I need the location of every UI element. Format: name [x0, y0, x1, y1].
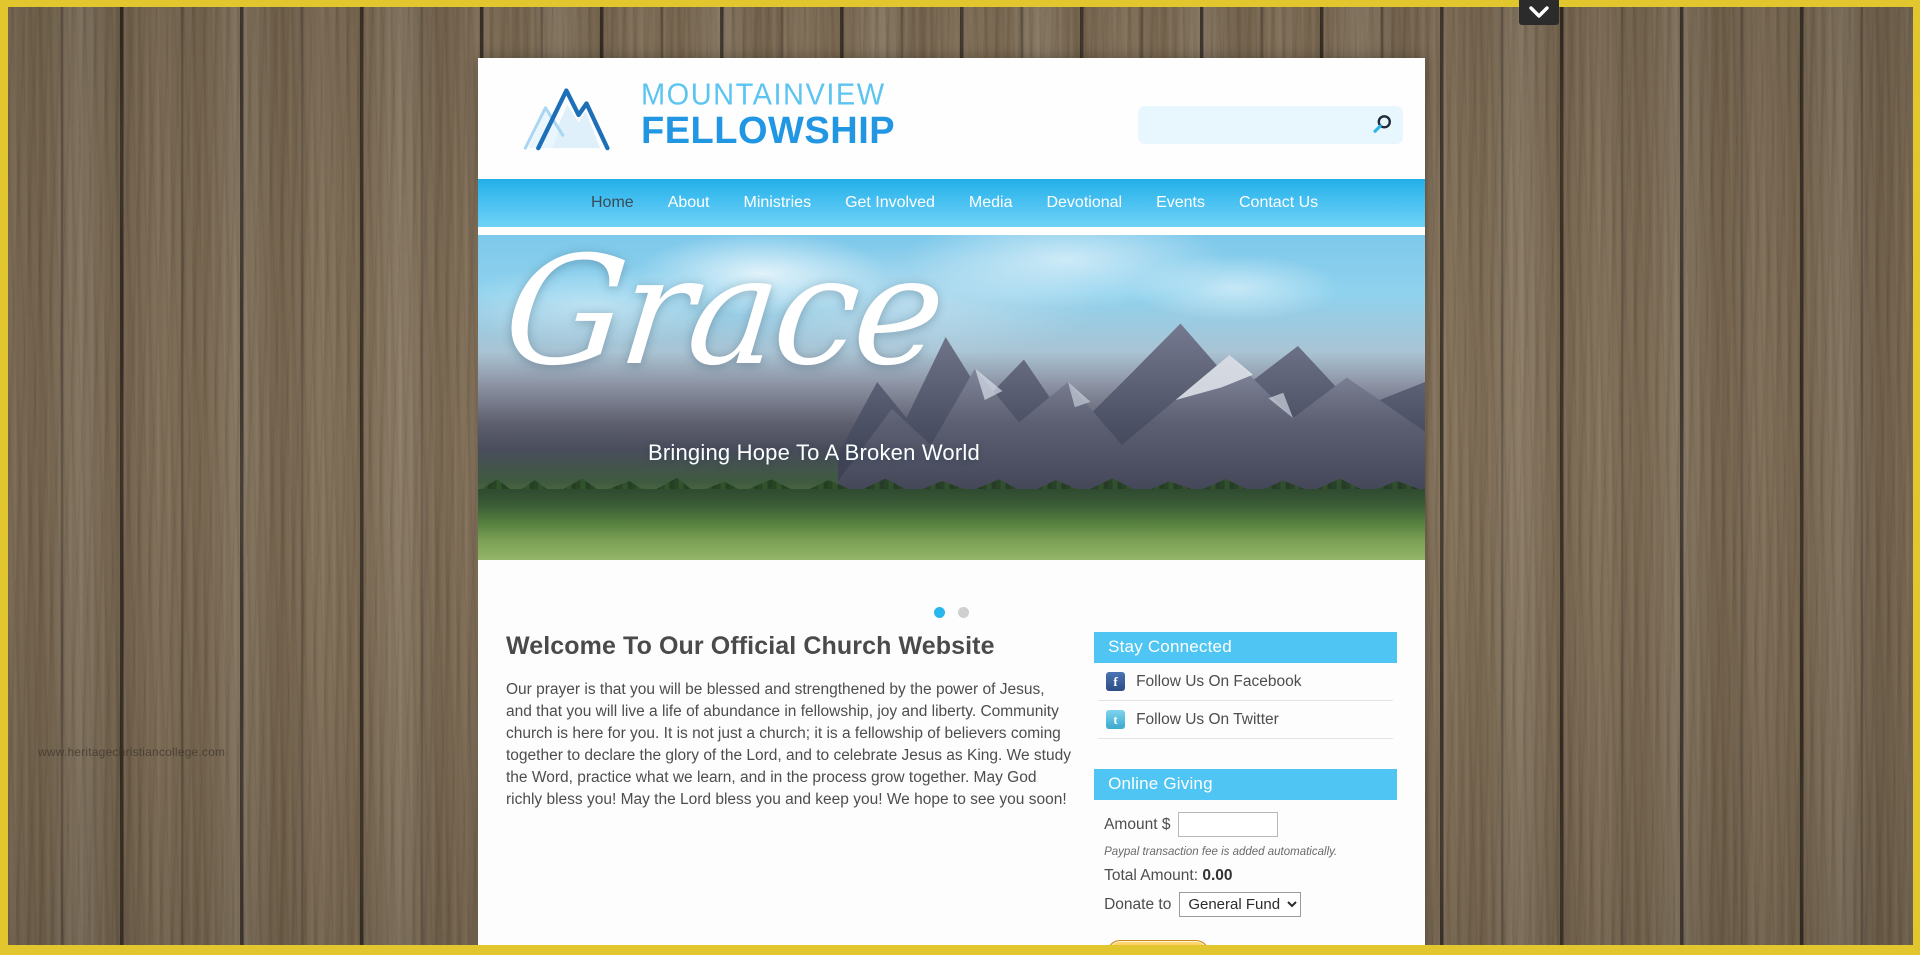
online-giving-widget: Online Giving Amount $ Paypal transactio…: [1094, 769, 1397, 955]
facebook-icon: f: [1106, 672, 1126, 691]
site-container: MOUNTAINVIEW FELLOWSHIP Home About Minis…: [478, 58, 1425, 955]
total-amount-row: Total Amount: 0.00: [1104, 867, 1393, 885]
nav-item-ministries[interactable]: Ministries: [727, 179, 829, 227]
amount-input[interactable]: [1178, 812, 1279, 837]
social-link-twitter[interactable]: t Follow Us On Twitter: [1098, 701, 1393, 739]
donate-to-label: Donate to: [1104, 895, 1172, 913]
page-title: Welcome To Our Official Church Website: [506, 632, 995, 660]
social-links-list: f Follow Us On Facebook t Follow Us On T…: [1094, 663, 1397, 739]
page-frame-left: [0, 0, 8, 955]
search-icon[interactable]: [1361, 106, 1403, 144]
giving-form: Amount $ Paypal transaction fee is added…: [1094, 800, 1397, 955]
donate-to-row: Donate to General Fund: [1104, 892, 1393, 917]
twitter-link-label: Follow Us On Twitter: [1136, 710, 1279, 728]
main-navigation[interactable]: Home About Ministries Get Involved Media…: [478, 179, 1425, 227]
stay-connected-heading: Stay Connected: [1094, 632, 1397, 663]
search-input[interactable]: [1138, 106, 1361, 144]
site-header: MOUNTAINVIEW FELLOWSHIP: [478, 58, 1425, 179]
social-link-facebook[interactable]: f Follow Us On Facebook: [1098, 663, 1393, 701]
content-main: Welcome To Our Official Church Website O…: [506, 632, 1072, 955]
facebook-link-label: Follow Us On Facebook: [1136, 672, 1302, 690]
total-amount-value: 0.00: [1202, 867, 1233, 884]
hero-slider: Grace Bringing Hope To A Broken World: [478, 235, 1425, 560]
nav-item-about[interactable]: About: [651, 179, 727, 227]
search-box[interactable]: [1138, 106, 1403, 144]
slider-dots[interactable]: [478, 607, 1425, 618]
nav-underline: [478, 227, 1425, 235]
fund-select[interactable]: General Fund: [1179, 892, 1302, 917]
nav-item-events[interactable]: Events: [1139, 179, 1222, 227]
nav-item-home[interactable]: Home: [574, 179, 651, 227]
nav-item-media[interactable]: Media: [952, 179, 1030, 227]
online-giving-heading: Online Giving: [1094, 769, 1397, 800]
amount-row: Amount $: [1104, 812, 1393, 837]
slider-dots-bar: [478, 560, 1425, 618]
chevron-down-icon[interactable]: [1519, 0, 1559, 25]
page-frame-right: [1913, 0, 1920, 955]
slider-dot-2[interactable]: [958, 607, 969, 618]
hero-subtitle: Bringing Hope To A Broken World: [648, 440, 980, 465]
slider-dot-1[interactable]: [934, 607, 945, 618]
content-area: Welcome To Our Official Church Website O…: [478, 592, 1425, 955]
logo-line-top: MOUNTAINVIEW: [641, 77, 886, 112]
twitter-icon: t: [1106, 710, 1126, 729]
content-sidebar: Stay Connected f Follow Us On Facebook t…: [1094, 632, 1397, 955]
nav-item-get-involved[interactable]: Get Involved: [828, 179, 952, 227]
page-frame-top: [0, 0, 1920, 7]
site-logo[interactable]: MOUNTAINVIEW FELLOWSHIP: [521, 78, 895, 152]
welcome-paragraph: Our prayer is that you will be blessed a…: [506, 681, 1071, 808]
stay-connected-widget: Stay Connected f Follow Us On Facebook t…: [1094, 632, 1397, 739]
amount-label: Amount $: [1104, 815, 1171, 833]
hero-title: Grace: [496, 235, 949, 399]
page-frame-bottom: [0, 945, 1920, 955]
paypal-fee-note: Paypal transaction fee is added automati…: [1104, 846, 1338, 858]
hero-meadow: [478, 488, 1425, 560]
hero-caption: Grace: [497, 235, 966, 399]
mountain-logo-icon: [523, 88, 610, 151]
logo-line-bottom: FELLOWSHIP: [641, 109, 896, 152]
total-amount-label: Total Amount:: [1104, 867, 1199, 884]
logo-wordmark: MOUNTAINVIEW FELLOWSHIP: [641, 77, 896, 152]
nav-item-devotional[interactable]: Devotional: [1029, 179, 1139, 227]
nav-item-contact-us[interactable]: Contact Us: [1222, 179, 1335, 227]
